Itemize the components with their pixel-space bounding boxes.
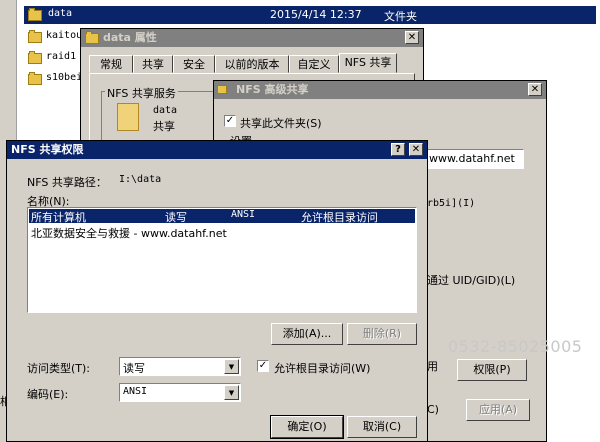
watermark: 0532-85025005 <box>448 337 583 356</box>
ok-button[interactable]: 确定(O) <box>270 415 344 439</box>
tab-customize[interactable]: 自定义 <box>289 55 339 73</box>
encoding-select[interactable]: ANSI ▼ <box>119 383 241 402</box>
root-access-label: 允许根目录访问(W) <box>274 362 371 375</box>
access-type-select[interactable]: 读写 ▼ <box>119 357 241 376</box>
permissions-titlebar: NFS 共享权限 ? ✕ <box>7 141 427 159</box>
folder-icon <box>217 85 227 94</box>
properties-title: data 属性 <box>103 31 157 44</box>
close-icon[interactable]: ✕ <box>405 31 419 44</box>
folder-icon <box>28 51 42 64</box>
apply-button[interactable]: 应用(A) <box>466 399 530 421</box>
permissions-title: NFS 共享权限 <box>11 143 84 156</box>
explorer-row-s10bei[interactable]: s10bei <box>24 70 84 86</box>
list-item-access: 读写 <box>165 211 187 224</box>
tab-security[interactable]: 安全 <box>173 55 215 73</box>
encoding-label: 编码(E): <box>27 388 69 401</box>
explorer-row-name: kaitou <box>46 30 83 41</box>
share-folder-label: 共享此文件夹(S) <box>240 117 322 130</box>
list-item-name: 北亚数据安全与救援 - www.datahf.net <box>31 227 227 240</box>
share-path-label: NFS 共享路径： <box>27 176 107 189</box>
share-folder-checkbox[interactable]: ✓ <box>224 115 236 127</box>
list-item-selected[interactable]: 所有计算机 读写 ANSI 允许根目录访问 <box>29 209 415 224</box>
folder-icon <box>28 30 42 43</box>
help-icon[interactable]: ? <box>391 143 405 156</box>
explorer-row-name: data <box>48 8 73 19</box>
share-path-value: I:\data <box>119 174 162 185</box>
nfs-status: 共享 <box>153 120 175 133</box>
tab-nfs-sharing[interactable]: NFS 共享 <box>339 53 397 73</box>
folder-icon <box>28 8 42 21</box>
list-item-encoding: ANSI <box>231 209 256 220</box>
explorer-row-date: 2015/4/14 12:37 <box>270 8 362 21</box>
properties-titlebar: data 属性 ✕ <box>81 29 423 47</box>
root-access-checkbox[interactable]: ✓ <box>257 360 269 372</box>
chevron-down-icon[interactable]: ▼ <box>224 385 239 400</box>
explorer-row-data-selected[interactable]: data 2015/4/14 12:37 文件夹 <box>24 6 596 24</box>
share-name-value: www.datahf.net <box>429 152 515 165</box>
encoding-value: ANSI <box>123 386 148 397</box>
properties-tabs: 常规 共享 安全 以前的版本 自定义 NFS 共享 <box>87 53 417 75</box>
uid-option-text: 通过 UID/GID)(L) <box>427 274 516 287</box>
list-item-name: 所有计算机 <box>31 211 86 224</box>
explorer-row-name: raid1 <box>46 51 77 62</box>
names-list[interactable]: 所有计算机 读写 ANSI 允许根目录访问 北亚数据安全与救援 - www.da… <box>27 207 417 313</box>
explorer-row-kaitou[interactable]: kaitou <box>24 28 84 44</box>
close-icon[interactable]: ✕ <box>528 83 542 96</box>
nfs-permissions-dialog: NFS 共享权限 ? ✕ NFS 共享路径： I:\data 名称(N): 所有… <box>6 140 428 442</box>
apply-hint-text: C) <box>427 403 439 416</box>
access-type-label: 访问类型(T): <box>27 362 91 375</box>
kerberos-option-text: rb5i](I) <box>427 198 476 209</box>
nfs-folder-name: data <box>153 105 178 116</box>
shared-folder-icon <box>117 103 139 131</box>
add-button[interactable]: 添加(A)... <box>271 323 343 345</box>
list-item[interactable]: 北亚数据安全与救援 - www.datahf.net <box>29 225 415 240</box>
tab-previous-versions[interactable]: 以前的版本 <box>215 55 289 73</box>
tab-general[interactable]: 常规 <box>89 55 133 73</box>
explorer-row-name: s10bei <box>46 72 83 83</box>
explorer-row-raid1[interactable]: raid1 <box>24 49 84 65</box>
tab-sharing[interactable]: 共享 <box>133 55 173 73</box>
folder-icon <box>28 72 42 85</box>
remove-button[interactable]: 删除(R) <box>347 323 417 345</box>
advanced-titlebar: NFS 高级共享 ✕ <box>214 81 546 99</box>
access-type-value: 读写 <box>123 362 145 375</box>
close-icon[interactable]: ✕ <box>409 143 423 156</box>
permissions-hint-text: 用 <box>427 360 438 373</box>
advanced-title: NFS 高级共享 <box>236 83 309 96</box>
share-name-field[interactable]: www.datahf.net <box>426 149 524 169</box>
chevron-down-icon[interactable]: ▼ <box>224 359 239 374</box>
nfs-group-label: NFS 共享服务 <box>105 85 178 101</box>
explorer-row-type: 文件夹 <box>384 10 417 23</box>
folder-icon <box>85 31 99 44</box>
cancel-button[interactable]: 取消(C) <box>347 416 417 438</box>
list-item-root: 允许根目录访问 <box>301 211 378 224</box>
